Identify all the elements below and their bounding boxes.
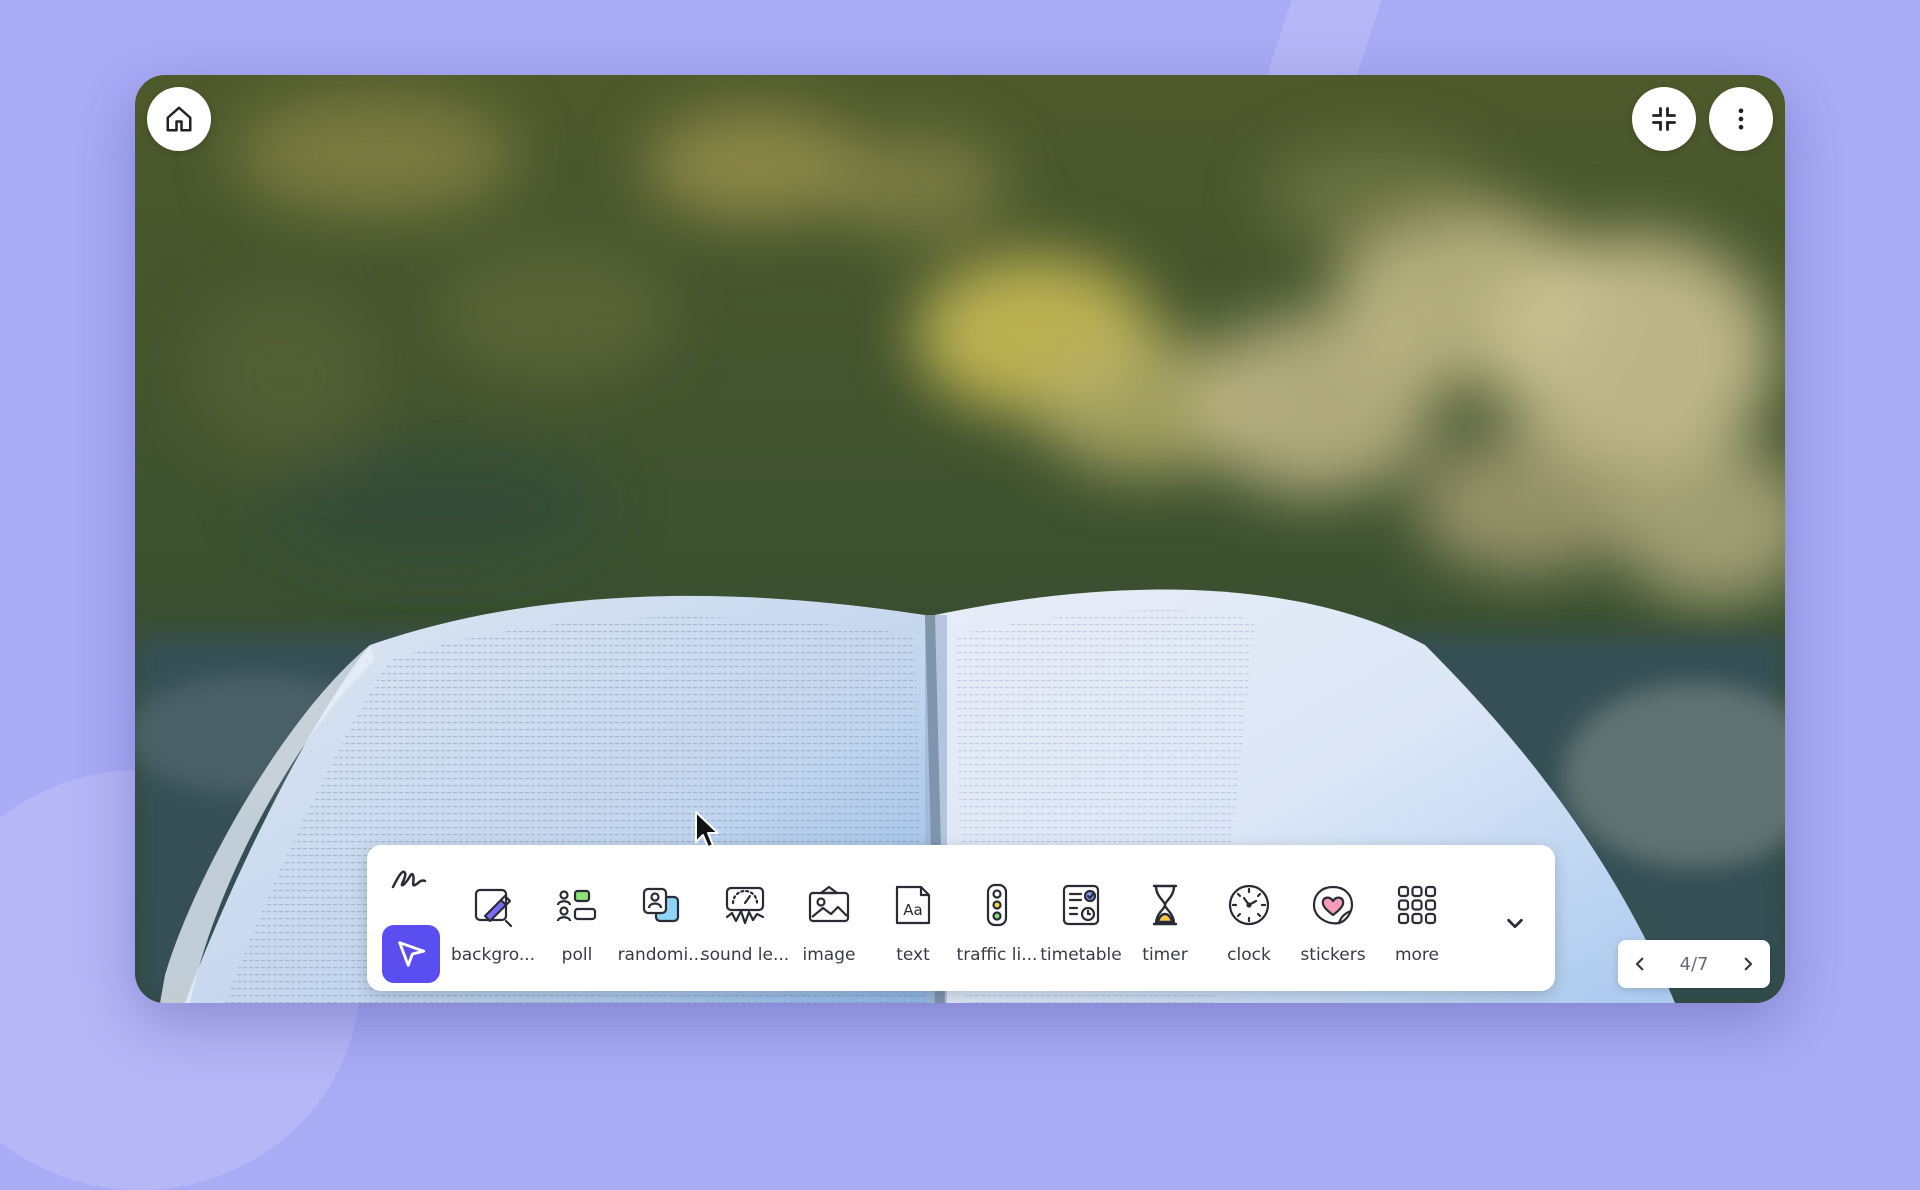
board-window: backgro... poll randomi... sound le... i… [135, 75, 1785, 1003]
hourglass-icon [1143, 881, 1187, 929]
randomizer-icon [639, 881, 683, 929]
svg-text:Aa: Aa [903, 901, 922, 919]
sticker-heart-icon [1311, 881, 1355, 929]
tool-clock[interactable]: clock [1207, 881, 1291, 977]
collapse-fullscreen-button[interactable] [1632, 87, 1696, 151]
background-icon [471, 881, 515, 929]
chevron-left-icon [1635, 957, 1644, 971]
tool-background[interactable]: backgro... [451, 881, 535, 977]
traffic-light-icon [975, 881, 1019, 929]
tool-label: poll [561, 945, 593, 965]
collapse-fullscreen-icon [1652, 107, 1676, 131]
chevron-right-icon [1744, 957, 1753, 971]
cursor-arrow-icon [398, 941, 426, 967]
text-icon: Aa [891, 881, 935, 929]
tool-label: traffic li... [956, 945, 1038, 965]
sound-level-icon [723, 881, 767, 929]
tool-sound-level[interactable]: sound le... [701, 881, 789, 977]
tool-timetable[interactable]: timetable [1039, 881, 1123, 977]
tool-stickers[interactable]: stickers [1291, 881, 1375, 977]
tool-image[interactable]: image [787, 881, 871, 977]
grid-icon [1395, 881, 1439, 929]
more-vertical-icon [1738, 108, 1744, 130]
next-page-button[interactable] [1726, 940, 1770, 988]
chevron-down-icon [1507, 918, 1523, 929]
tool-label: image [802, 945, 856, 965]
select-tool-button[interactable] [382, 925, 440, 983]
home-icon [166, 106, 192, 132]
widget-toolbar: backgro... poll randomi... sound le... i… [367, 845, 1555, 991]
tool-label: more [1394, 945, 1440, 965]
tool-more[interactable]: more [1375, 881, 1459, 977]
timetable-icon [1059, 881, 1103, 929]
tool-label: sound le... [700, 945, 790, 965]
more-options-button[interactable] [1709, 87, 1773, 151]
tool-label: backgro... [450, 945, 536, 965]
image-icon [807, 881, 851, 929]
page-navigator: 4/7 [1618, 940, 1770, 988]
expand-toolbar-button[interactable] [1495, 903, 1535, 943]
tool-label: randomi... [617, 945, 705, 965]
tool-label: clock [1227, 945, 1271, 965]
tool-text[interactable]: Aa text [871, 881, 955, 977]
page-indicator: 4/7 [1679, 953, 1709, 975]
draw-tool-button[interactable] [387, 859, 431, 895]
previous-page-button[interactable] [1618, 940, 1662, 988]
tool-traffic-light[interactable]: traffic li... [955, 881, 1039, 977]
tool-label: timer [1142, 945, 1188, 965]
mouse-cursor-icon [695, 811, 719, 848]
tool-label: text [896, 945, 930, 965]
tool-poll[interactable]: poll [535, 881, 619, 977]
home-button[interactable] [147, 87, 211, 151]
tool-timer[interactable]: timer [1123, 881, 1207, 977]
tool-randomizer[interactable]: randomi... [618, 881, 704, 977]
clock-icon [1227, 881, 1271, 929]
background-shape [1265, 0, 1395, 80]
tool-label: timetable [1040, 945, 1122, 965]
poll-icon [555, 881, 599, 929]
tool-label: stickers [1300, 945, 1366, 965]
scribble-icon [391, 870, 427, 889]
